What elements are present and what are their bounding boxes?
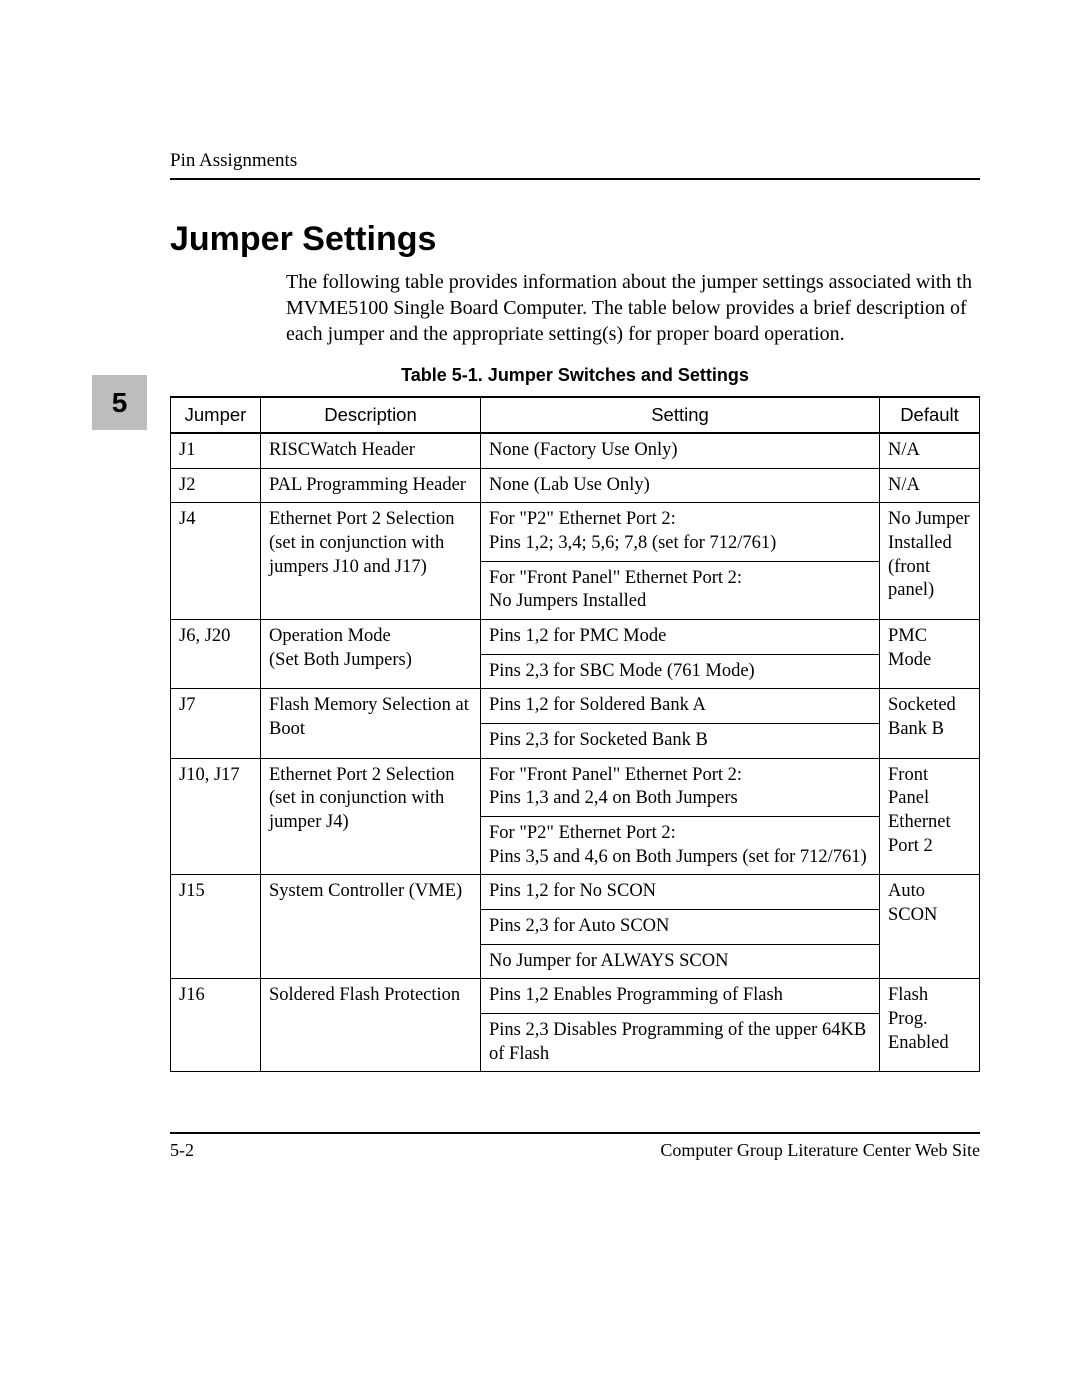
table-body: J1RISCWatch HeaderNone (Factory Use Only… [171,433,980,1072]
cell-setting: For "Front Panel" Ethernet Port 2: Pins … [481,758,880,816]
cell-setting: Pins 2,3 for Socketed Bank B [481,724,880,759]
cell-setting: Pins 1,2 Enables Programming of Flash [481,979,880,1014]
cell-description: Ethernet Port 2 Selection (set in conjun… [261,503,481,620]
jumper-table: Jumper Description Setting Default J1RIS… [170,396,980,1072]
cell-description: RISCWatch Header [261,433,481,468]
cell-jumper: J16 [171,979,261,1072]
col-setting: Setting [481,397,880,433]
page: Pin Assignments 5 Jumper Settings The fo… [0,0,1080,1241]
table-row: J16Soldered Flash ProtectionPins 1,2 Ena… [171,979,980,1014]
cell-jumper: J4 [171,503,261,620]
col-desc: Description [261,397,481,433]
cell-setting: Pins 2,3 Disables Programming of the upp… [481,1014,880,1072]
cell-setting: None (Factory Use Only) [481,433,880,468]
section-title: Jumper Settings [170,220,980,259]
page-footer: 5-2 Computer Group Literature Center Web… [170,1140,980,1161]
table-row: J15System Controller (VME)Pins 1,2 for N… [171,875,980,910]
table-row: J7Flash Memory Selection at BootPins 1,2… [171,689,980,724]
table-row: J6, J20Operation Mode (Set Both Jumpers)… [171,620,980,655]
cell-jumper: J6, J20 [171,620,261,689]
cell-description: Flash Memory Selection at Boot [261,689,481,758]
chapter-tab: 5 [92,375,147,430]
cell-setting: For "P2" Ethernet Port 2: Pins 1,2; 3,4;… [481,503,880,561]
table-row: J2PAL Programming HeaderNone (Lab Use On… [171,468,980,503]
cell-setting: For "Front Panel" Ethernet Port 2: No Ju… [481,561,880,619]
table-row: J4Ethernet Port 2 Selection (set in conj… [171,503,980,561]
cell-default: PMC Mode [880,620,980,689]
cell-setting: No Jumper for ALWAYS SCON [481,944,880,979]
cell-jumper: J10, J17 [171,758,261,875]
cell-jumper: J2 [171,468,261,503]
footer-site: Computer Group Literature Center Web Sit… [660,1140,980,1161]
cell-setting: Pins 2,3 for Auto SCON [481,910,880,945]
header-rule [170,178,980,180]
cell-jumper: J1 [171,433,261,468]
cell-jumper: J7 [171,689,261,758]
cell-description: PAL Programming Header [261,468,481,503]
cell-setting: Pins 1,2 for No SCON [481,875,880,910]
col-default: Default [880,397,980,433]
cell-default: No Jumper Installed (front panel) [880,503,980,620]
cell-description: System Controller (VME) [261,875,481,979]
cell-description: Operation Mode (Set Both Jumpers) [261,620,481,689]
cell-default: N/A [880,433,980,468]
table-header-row: Jumper Description Setting Default [171,397,980,433]
cell-default: Front Panel Ethernet Port 2 [880,758,980,875]
footer-rule [170,1132,980,1134]
running-head: Pin Assignments [170,150,980,172]
table-caption: Table 5-1. Jumper Switches and Settings [170,365,980,386]
cell-jumper: J15 [171,875,261,979]
cell-setting: Pins 2,3 for SBC Mode (761 Mode) [481,654,880,689]
col-jumper: Jumper [171,397,261,433]
cell-default: N/A [880,468,980,503]
table-row: J10, J17Ethernet Port 2 Selection (set i… [171,758,980,816]
cell-description: Soldered Flash Protection [261,979,481,1072]
cell-default: Auto SCON [880,875,980,979]
cell-default: Flash Prog. Enabled [880,979,980,1072]
cell-setting: None (Lab Use Only) [481,468,880,503]
cell-setting: For "P2" Ethernet Port 2: Pins 3,5 and 4… [481,817,880,875]
section-intro: The following table provides information… [170,269,980,347]
table-row: J1RISCWatch HeaderNone (Factory Use Only… [171,433,980,468]
cell-default: Socketed Bank B [880,689,980,758]
footer-page-number: 5-2 [170,1140,194,1161]
cell-setting: Pins 1,2 for Soldered Bank A [481,689,880,724]
cell-setting: Pins 1,2 for PMC Mode [481,620,880,655]
cell-description: Ethernet Port 2 Selection (set in conjun… [261,758,481,875]
